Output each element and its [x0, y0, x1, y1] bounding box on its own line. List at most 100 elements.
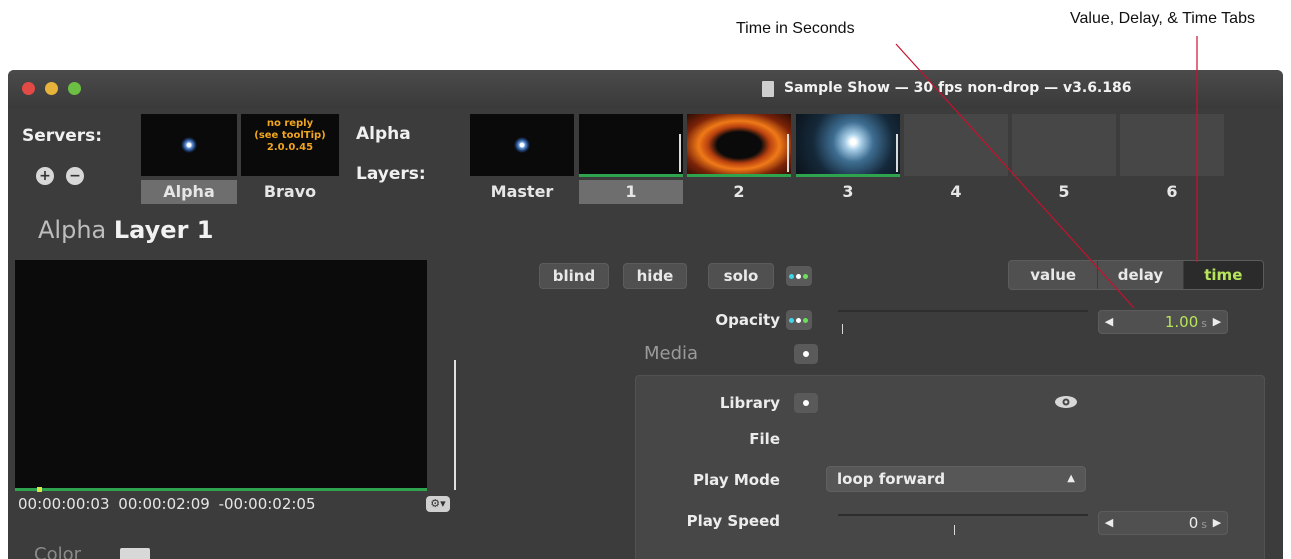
title-bar: Sample Show — 30 fps non-drop — v3.6.186: [8, 70, 1283, 108]
window-title: Sample Show — 30 fps non-drop — v3.6.186: [784, 80, 1132, 96]
status-line: (see toolTip): [254, 130, 326, 141]
timecode-readout: 00:00:00:03 00:00:02:09 -00:00:02:05: [18, 495, 316, 513]
document-icon: [762, 81, 774, 97]
plus-icon: +: [39, 168, 51, 184]
remove-server-button[interactable]: −: [66, 167, 84, 185]
status-line: no reply: [266, 118, 314, 129]
layer-thumbnail: [470, 114, 574, 176]
server-tile-bravo[interactable]: no reply (see toolTip) 2.0.0.45 Bravo: [241, 114, 339, 206]
play-mode-value: loop forward: [837, 470, 946, 488]
server-status-text: no reply (see toolTip) 2.0.0.45: [241, 118, 339, 154]
layer-name: 3: [842, 182, 854, 201]
play-mode-select[interactable]: loop forward ▲: [826, 466, 1086, 492]
play-speed-value: 0s: [1189, 512, 1207, 534]
layer-tile-3[interactable]: 3: [796, 114, 900, 206]
opacity-options-icon[interactable]: [786, 310, 812, 330]
layer-name: 2: [733, 182, 745, 201]
server-name: Alpha: [141, 180, 237, 204]
server-thumbnail: no reply (see toolTip) 2.0.0.45: [241, 114, 339, 176]
layer-name: Master: [490, 182, 554, 201]
video-preview[interactable]: [15, 260, 427, 488]
status-line: 2.0.0.45: [266, 142, 314, 153]
minimize-window-button[interactable]: [45, 82, 58, 95]
layer-thumbnail: [1120, 114, 1224, 176]
library-options-icon[interactable]: [794, 393, 818, 413]
timecode-remaining: -00:00:02:05: [218, 495, 316, 513]
opacity-time-stepper[interactable]: ◀ 1.00 s ▶: [1098, 310, 1228, 334]
page-title-layer: Layer 1: [113, 216, 214, 244]
gear-icon[interactable]: ⚙▾: [426, 496, 450, 512]
decrement-arrow-icon[interactable]: ◀: [1101, 311, 1117, 333]
opacity-time-number: 1.00: [1164, 313, 1199, 331]
level-indicator: [787, 134, 789, 172]
param-tabs: value delay time: [1008, 260, 1264, 290]
play-speed-number: 0: [1188, 514, 1199, 532]
blind-button[interactable]: blind: [539, 263, 609, 289]
eye-icon[interactable]: [1054, 394, 1078, 410]
layer-thumbnail: [796, 114, 900, 176]
opacity-time-unit: s: [1201, 317, 1207, 330]
layer-name: 1: [579, 180, 683, 204]
color-label: Color: [34, 544, 81, 559]
layer-tile-1[interactable]: 1: [579, 114, 683, 206]
starburst-image: [514, 137, 530, 153]
servers-label: Servers:: [22, 126, 103, 146]
zoom-window-button[interactable]: [68, 82, 81, 95]
starburst-image: [181, 137, 197, 153]
opacity-label: Opacity: [715, 311, 780, 329]
page-title-server: Alpha: [38, 216, 107, 244]
close-window-button[interactable]: [22, 82, 35, 95]
preview-progress-bar[interactable]: [15, 487, 427, 492]
layer-progress: [796, 174, 900, 177]
opacity-slider[interactable]: [838, 310, 1088, 312]
tab-value[interactable]: value: [1009, 261, 1099, 289]
file-label: File: [749, 430, 780, 448]
layer-tile-6[interactable]: 6: [1120, 114, 1224, 206]
server-name: Bravo: [263, 182, 317, 201]
layer-tile-4[interactable]: 4: [904, 114, 1008, 206]
library-label: Library: [719, 394, 780, 412]
color-swatch[interactable]: [120, 548, 150, 559]
page-title: Alpha Layer 1: [38, 216, 213, 244]
solo-button[interactable]: solo: [708, 263, 774, 289]
layer-name: 6: [1166, 182, 1178, 201]
layers-label: Layers:: [356, 164, 426, 184]
annotation-time-in-seconds: Time in Seconds: [736, 20, 855, 37]
layer-name: 4: [950, 182, 962, 201]
layer-progress: [687, 174, 791, 177]
timecode-elapsed: 00:00:00:03: [18, 495, 110, 513]
minus-icon: −: [69, 168, 81, 184]
server-thumbnail: [141, 114, 237, 176]
level-indicator: [896, 134, 898, 172]
playhead[interactable]: [37, 487, 42, 492]
layer-tile-5[interactable]: 5: [1012, 114, 1116, 206]
opacity-slider-handle[interactable]: [842, 324, 843, 334]
layer-progress: [579, 174, 683, 177]
increment-arrow-icon[interactable]: ▶: [1209, 311, 1225, 333]
server-tile-alpha[interactable]: Alpha: [141, 114, 237, 206]
play-speed-slider-handle[interactable]: [954, 525, 955, 535]
decrement-arrow-icon[interactable]: ◀: [1101, 512, 1117, 534]
layer-name: 5: [1058, 182, 1070, 201]
solo-options-icon[interactable]: [786, 266, 812, 286]
add-server-button[interactable]: +: [36, 167, 54, 185]
hide-button[interactable]: hide: [623, 263, 687, 289]
play-speed-slider[interactable]: [838, 514, 1088, 516]
play-speed-unit: s: [1201, 518, 1207, 531]
layer-tile-2[interactable]: 2: [687, 114, 791, 206]
increment-arrow-icon[interactable]: ▶: [1209, 512, 1225, 534]
app-window: Sample Show — 30 fps non-drop — v3.6.186…: [8, 70, 1283, 559]
media-options-icon[interactable]: [794, 344, 818, 364]
opacity-time-value: 1.00 s: [1165, 311, 1207, 333]
tab-delay[interactable]: delay: [1098, 261, 1184, 289]
play-speed-label: Play Speed: [686, 512, 780, 530]
level-meter: [454, 360, 456, 490]
layer-thumbnail: [579, 114, 683, 176]
layer-thumbnail: [1012, 114, 1116, 176]
layer-tile-master[interactable]: Master: [470, 114, 574, 206]
tab-time[interactable]: time: [1183, 261, 1263, 289]
timecode-total: 00:00:02:09: [118, 495, 210, 513]
media-section-label: Media: [644, 343, 699, 364]
play-speed-stepper[interactable]: ◀ 0s ▶: [1098, 511, 1228, 535]
layer-thumbnail: [687, 114, 791, 176]
